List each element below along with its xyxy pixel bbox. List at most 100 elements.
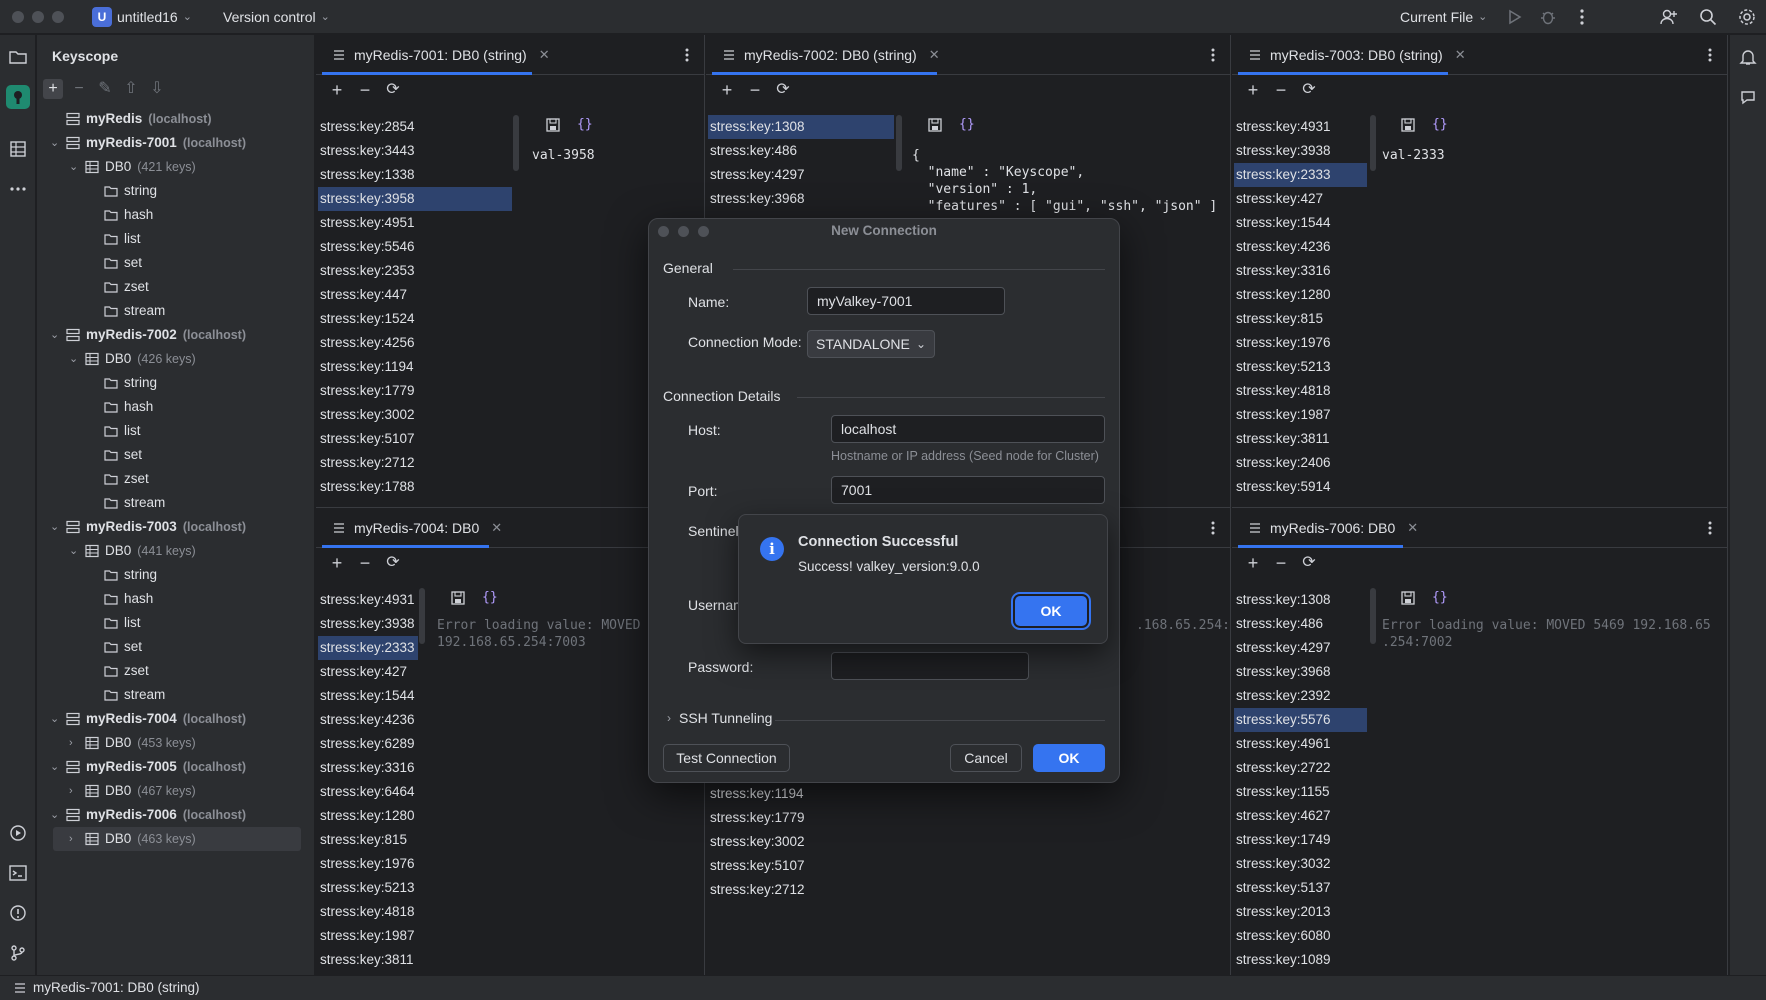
key-list-item[interactable]: stress:key:4951 — [318, 211, 512, 235]
more-horizontal-icon[interactable] — [8, 179, 28, 199]
tree-node-folder[interactable]: set — [37, 635, 314, 659]
window-zoom-button[interactable] — [52, 11, 64, 23]
add-key-icon[interactable]: + — [326, 79, 348, 101]
key-list-item[interactable]: stress:key:815 — [1234, 307, 1367, 331]
key-list-item[interactable]: stress:key:5914 — [1234, 475, 1367, 499]
value-viewer[interactable]: Error loading value: MOVED 5469 192.168.… — [1382, 617, 1711, 651]
connection-mode-select[interactable]: STANDALONE ⌄ — [807, 330, 935, 358]
key-list-item[interactable]: stress:key:1524 — [318, 307, 512, 331]
window-close-button[interactable] — [12, 11, 24, 23]
key-list-item[interactable]: stress:key:1779 — [318, 379, 512, 403]
key-list-item[interactable]: stress:key:2712 — [318, 451, 512, 475]
close-icon[interactable]: ✕ — [491, 508, 502, 548]
tree-node-server[interactable]: myRedis (localhost) — [37, 107, 314, 131]
key-list-item[interactable]: stress:key:1280 — [1234, 283, 1367, 307]
key-list-item[interactable]: stress:key:3811 — [318, 948, 418, 972]
add-key-icon[interactable]: + — [1242, 552, 1264, 574]
chevron-down-icon[interactable]: ⌄ — [50, 131, 62, 155]
port-input[interactable]: 7001 — [831, 476, 1105, 504]
editor-tab[interactable]: myRedis-7003: DB0 (string) ✕ — [1232, 35, 1466, 75]
ai-assistant-icon[interactable] — [1738, 87, 1758, 107]
key-list-item[interactable]: stress:key:3958 — [318, 187, 512, 211]
key-list-item[interactable]: stress:key:2333 — [318, 636, 418, 660]
structure-icon[interactable] — [8, 139, 28, 159]
alert-ok-button[interactable]: OK — [1015, 596, 1087, 626]
close-icon[interactable]: ✕ — [929, 35, 940, 75]
json-format-icon[interactable]: {} — [1432, 117, 1448, 133]
folder-icon[interactable] — [8, 47, 28, 67]
tree-node-db[interactable]: › DB0 (467 keys) — [37, 779, 314, 803]
window-minimize-button[interactable] — [32, 11, 44, 23]
tree-node-folder[interactable]: zset — [37, 275, 314, 299]
tree-node-folder[interactable]: stream — [37, 299, 314, 323]
tree-node-db[interactable]: ⌄ DB0 (421 keys) — [37, 155, 314, 179]
value-viewer[interactable]: val-3958 — [532, 147, 595, 164]
delete-key-icon[interactable]: − — [1270, 79, 1292, 101]
save-icon[interactable] — [545, 117, 561, 133]
key-list-item[interactable]: stress:key:1338 — [318, 163, 512, 187]
tree-node-folder[interactable]: hash — [37, 203, 314, 227]
key-list-item[interactable]: stress:key:3968 — [708, 187, 894, 211]
services-icon[interactable] — [8, 823, 28, 843]
run-icon[interactable] — [1504, 7, 1524, 27]
tree-node-server[interactable]: ⌄ myRedis-7005 (localhost) — [37, 755, 314, 779]
key-list-item[interactable]: stress:key:4236 — [318, 708, 418, 732]
tree-node-folder[interactable]: list — [37, 419, 314, 443]
key-list-item[interactable]: stress:key:4818 — [1234, 379, 1367, 403]
key-list-item[interactable]: stress:key:427 — [1234, 187, 1367, 211]
splitter-handle[interactable] — [419, 588, 425, 644]
key-list-item[interactable]: stress:key:1194 — [318, 355, 512, 379]
refresh-icon[interactable]: ⟳ — [1298, 552, 1320, 574]
key-list-item[interactable]: stress:key:1544 — [318, 684, 418, 708]
key-list-item[interactable]: stress:key:1788 — [318, 475, 512, 499]
value-viewer[interactable]: { "name" : "Keyscope", "version" : 1, "f… — [912, 147, 1217, 215]
key-list-item[interactable]: stress:key:427 — [318, 660, 418, 684]
close-icon[interactable]: ✕ — [1407, 508, 1418, 548]
tree-node-folder[interactable]: list — [37, 611, 314, 635]
project-switcher[interactable]: U untitled16 ⌄ — [92, 0, 192, 34]
refresh-icon[interactable]: ⟳ — [1298, 79, 1320, 101]
search-icon[interactable] — [1698, 7, 1718, 27]
more-vertical-icon[interactable] — [1701, 518, 1719, 538]
gear-icon[interactable] — [1737, 7, 1757, 27]
add-key-icon[interactable]: + — [716, 79, 738, 101]
key-list-item[interactable]: stress:key:3316 — [318, 756, 418, 780]
export-icon[interactable]: ⇧ — [121, 79, 141, 99]
key-list-item[interactable]: stress:key:1987 — [1234, 403, 1367, 427]
value-viewer[interactable]: val-2333 — [1382, 147, 1445, 164]
tree-node-db[interactable]: ⌄ DB0 (441 keys) — [37, 539, 314, 563]
json-format-icon[interactable]: {} — [482, 590, 498, 606]
vcs-menu[interactable]: Version control ⌄ — [223, 0, 330, 34]
add-user-icon[interactable] — [1659, 7, 1679, 27]
key-list-item[interactable]: stress:key:2712 — [708, 878, 906, 902]
tree-node-db[interactable]: ⌄ DB0 (426 keys) — [37, 347, 314, 371]
key-list-item[interactable]: stress:key:1308 — [708, 115, 894, 139]
import-icon[interactable]: ⇩ — [147, 79, 167, 99]
key-list-item[interactable]: stress:key:1155 — [1234, 780, 1367, 804]
key-list-item[interactable]: stress:key:3811 — [1234, 427, 1367, 451]
key-list-item[interactable]: stress:key:1308 — [1234, 588, 1367, 612]
chevron-down-icon[interactable]: ⌄ — [50, 323, 62, 347]
tree-node-folder[interactable]: stream — [37, 683, 314, 707]
more-vertical-icon[interactable] — [678, 45, 696, 65]
add-key-icon[interactable]: + — [1242, 79, 1264, 101]
add-icon[interactable]: + — [43, 79, 63, 99]
refresh-icon[interactable]: ⟳ — [772, 79, 794, 101]
key-list-item[interactable]: stress:key:4961 — [1234, 732, 1367, 756]
key-list-item[interactable]: stress:key:1194 — [708, 782, 906, 806]
keyscope-icon[interactable] — [6, 85, 30, 109]
key-list-item[interactable]: stress:key:1976 — [1234, 331, 1367, 355]
key-list-item[interactable]: stress:key:5107 — [708, 854, 906, 878]
chevron-down-icon[interactable]: ⌄ — [69, 347, 81, 371]
key-list-item[interactable]: stress:key:2333 — [1234, 163, 1367, 187]
key-list-item[interactable]: stress:key:2722 — [1234, 756, 1367, 780]
refresh-icon[interactable]: ⟳ — [382, 79, 404, 101]
more-vertical-icon[interactable] — [1572, 7, 1592, 27]
key-list-item[interactable]: stress:key:4256 — [318, 331, 512, 355]
json-format-icon[interactable]: {} — [1432, 590, 1448, 606]
key-list-item[interactable]: stress:key:1089 — [1234, 948, 1367, 972]
key-list-item[interactable]: stress:key:3938 — [318, 612, 418, 636]
chevron-down-icon[interactable]: ⌄ — [50, 515, 62, 539]
tree-node-folder[interactable]: string — [37, 179, 314, 203]
key-list-item[interactable]: stress:key:2392 — [1234, 684, 1367, 708]
